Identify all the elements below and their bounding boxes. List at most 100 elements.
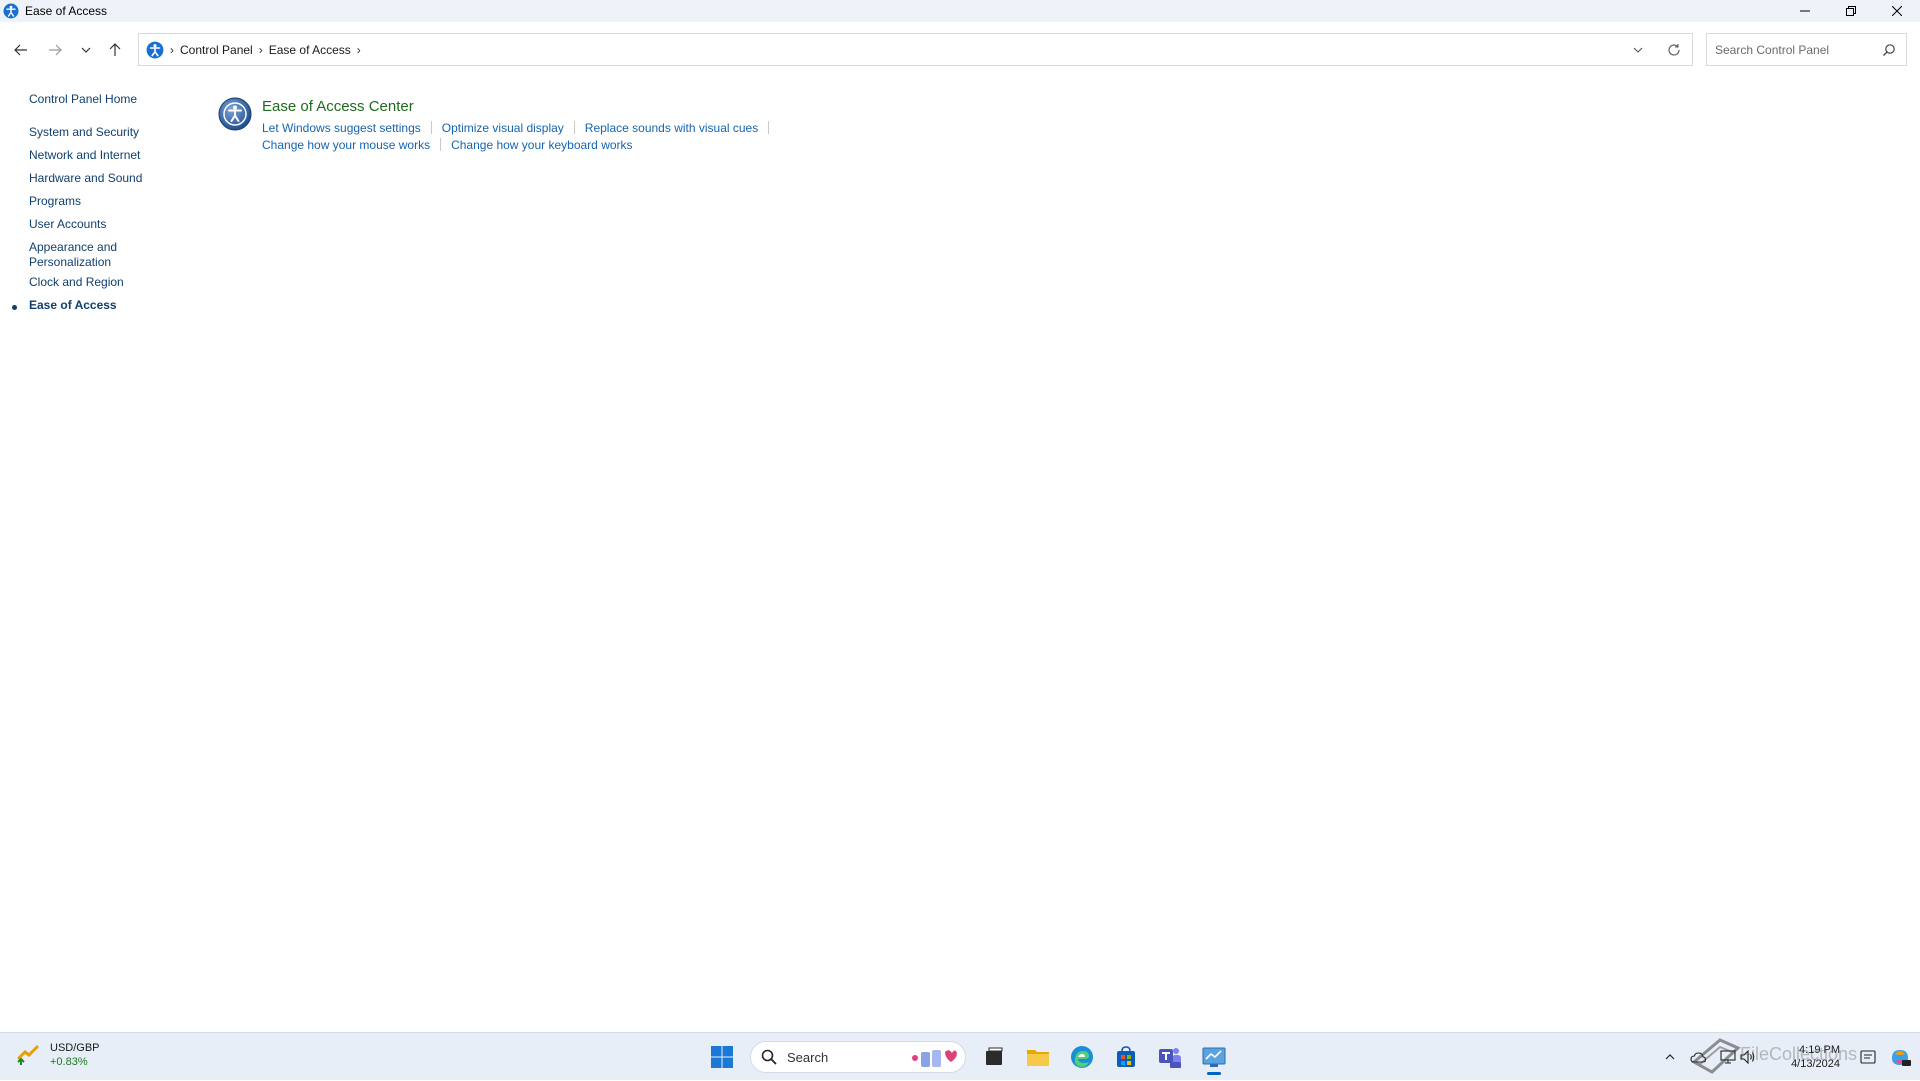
recent-locations-button[interactable] <box>74 38 98 62</box>
sidebar-item-appearance-line1[interactable]: Appearance and <box>29 240 117 255</box>
sidebar-item-clock-and-region[interactable]: Clock and Region <box>29 275 124 290</box>
ease-of-access-center-icon[interactable] <box>218 97 252 131</box>
minimize-icon <box>1800 10 1810 12</box>
optimize-visual-display-link[interactable]: Optimize visual display <box>442 121 564 135</box>
ease-of-access-icon <box>3 3 19 19</box>
active-app-indicator <box>1207 1072 1221 1075</box>
breadcrumb-separator[interactable]: › <box>259 43 263 57</box>
network-icon <box>1720 1050 1736 1064</box>
notification-icon <box>1860 1050 1876 1064</box>
chevron-up-icon <box>1665 1054 1675 1060</box>
search-highlight-icon <box>912 1050 957 1067</box>
notification-button[interactable] <box>1860 1049 1876 1065</box>
sidebar-item-network-and-internet[interactable]: Network and Internet <box>29 148 140 163</box>
up-button[interactable] <box>103 38 127 62</box>
task-links-row-1: Let Windows suggest settings Optimize vi… <box>262 119 779 136</box>
sidebar-item-ease-of-access[interactable]: Ease of Access <box>29 298 117 313</box>
ease-of-access-center-link[interactable]: Ease of Access Center <box>262 98 414 115</box>
start-button[interactable] <box>702 1037 742 1077</box>
arrow-right-icon <box>49 44 62 56</box>
let-windows-suggest-settings-link[interactable]: Let Windows suggest settings <box>262 121 421 135</box>
file-explorer-icon <box>1027 1050 1049 1066</box>
address-bar[interactable]: › Control Panel › Ease of Access › <box>138 33 1693 66</box>
close-button[interactable] <box>1874 0 1920 22</box>
refresh-icon <box>1668 43 1680 55</box>
arrow-up-icon <box>109 43 121 56</box>
cloud-icon <box>1690 1052 1706 1063</box>
control-panel-icon <box>1202 1047 1226 1067</box>
teams-button[interactable] <box>1150 1037 1190 1077</box>
edge-button[interactable] <box>1062 1037 1102 1077</box>
taskbar-search-box[interactable]: Search <box>750 1041 966 1073</box>
currency-change-label: +0.83% <box>50 1056 88 1068</box>
network-tray-button[interactable] <box>1720 1049 1736 1065</box>
search-icon[interactable] <box>1882 43 1896 57</box>
breadcrumb-separator[interactable]: › <box>357 43 361 57</box>
control-panel-window: Ease of Access › Control Panel › Ease of… <box>0 0 1920 1032</box>
taskbar-search-label: Search <box>787 1049 829 1065</box>
control-panel-taskbar-button[interactable] <box>1194 1037 1234 1077</box>
sidebar-item-appearance-line2[interactable]: Personalization <box>29 255 111 270</box>
currency-trend-icon <box>17 1045 39 1065</box>
back-button[interactable] <box>9 38 33 62</box>
sidebar-item-hardware-and-sound[interactable]: Hardware and Sound <box>29 171 142 186</box>
chevron-down-icon <box>81 47 91 53</box>
search-control-panel-box[interactable] <box>1706 33 1907 66</box>
forward-button[interactable] <box>43 38 67 62</box>
task-links-row-2: Change how your mouse works Change how y… <box>262 136 779 153</box>
start-icon <box>711 1046 733 1068</box>
sidebar-item-system-and-security[interactable]: System and Security <box>29 125 139 140</box>
task-view-button[interactable] <box>974 1037 1014 1077</box>
currency-widget-text: USD/GBP +0.83% <box>50 1041 100 1069</box>
refresh-button[interactable] <box>1656 34 1692 65</box>
volume-tray-button[interactable] <box>1740 1049 1756 1065</box>
chevron-down-icon <box>1633 47 1643 53</box>
currency-widget[interactable]: USD/GBP +0.83% <box>16 1041 100 1069</box>
link-divider <box>573 121 575 134</box>
breadcrumb-separator[interactable]: › <box>170 43 174 57</box>
change-mouse-works-link[interactable]: Change how your mouse works <box>262 138 430 152</box>
minimize-button[interactable] <box>1782 0 1828 22</box>
onedrive-tray-button[interactable] <box>1690 1049 1706 1065</box>
restore-icon <box>1846 6 1856 16</box>
show-hidden-icons-button[interactable] <box>1662 1049 1678 1065</box>
link-divider <box>768 121 770 134</box>
link-divider <box>440 138 442 151</box>
edge-icon <box>1071 1046 1093 1068</box>
speaker-icon <box>1740 1050 1755 1064</box>
file-explorer-button[interactable] <box>1018 1037 1058 1077</box>
store-icon <box>1117 1046 1135 1067</box>
navigation-bar: › Control Panel › Ease of Access › <box>0 32 1920 68</box>
breadcrumb-ease-of-access[interactable]: Ease of Access <box>269 43 351 57</box>
link-divider <box>430 121 432 134</box>
taskbar: USD/GBP +0.83% Search 4:19 PM 4/13/2024 <box>0 1032 1920 1080</box>
ease-of-access-icon <box>146 41 164 58</box>
replace-sounds-with-visual-cues-link[interactable]: Replace sounds with visual cues <box>585 121 758 135</box>
clock-time: 4:19 PM <box>1799 1044 1840 1056</box>
sidebar-item-programs[interactable]: Programs <box>29 194 81 209</box>
taskbar-apps: Search <box>700 1033 1236 1081</box>
category-task-links: Let Windows suggest settings Optimize vi… <box>262 119 779 153</box>
system-clock[interactable]: 4:19 PM 4/13/2024 <box>1791 1043 1840 1071</box>
clock-date: 4/13/2024 <box>1791 1058 1840 1070</box>
window-title: Ease of Access <box>25 4 108 18</box>
title-bar: Ease of Access <box>0 0 1920 22</box>
restore-button[interactable] <box>1828 0 1874 22</box>
change-keyboard-works-link[interactable]: Change how your keyboard works <box>451 138 632 152</box>
teams-icon <box>1159 1048 1181 1068</box>
store-button[interactable] <box>1106 1037 1146 1077</box>
task-view-icon <box>986 1047 1003 1065</box>
sidebar-item-user-accounts[interactable]: User Accounts <box>29 217 106 232</box>
search-input[interactable] <box>1715 42 1875 57</box>
breadcrumb-control-panel[interactable]: Control Panel <box>180 43 253 57</box>
system-tray: 4:19 PM 4/13/2024 <box>1660 1033 1920 1081</box>
window-controls <box>1782 0 1920 22</box>
sidebar-control-panel-home[interactable]: Control Panel Home <box>29 92 137 107</box>
arrow-left-icon <box>14 44 27 56</box>
active-bullet <box>12 305 17 310</box>
currency-pair-label: USD/GBP <box>50 1042 100 1054</box>
search-icon <box>761 1049 777 1065</box>
close-icon <box>1892 6 1902 16</box>
address-history-button[interactable] <box>1620 34 1656 65</box>
copilot-button[interactable] <box>1888 1045 1912 1069</box>
